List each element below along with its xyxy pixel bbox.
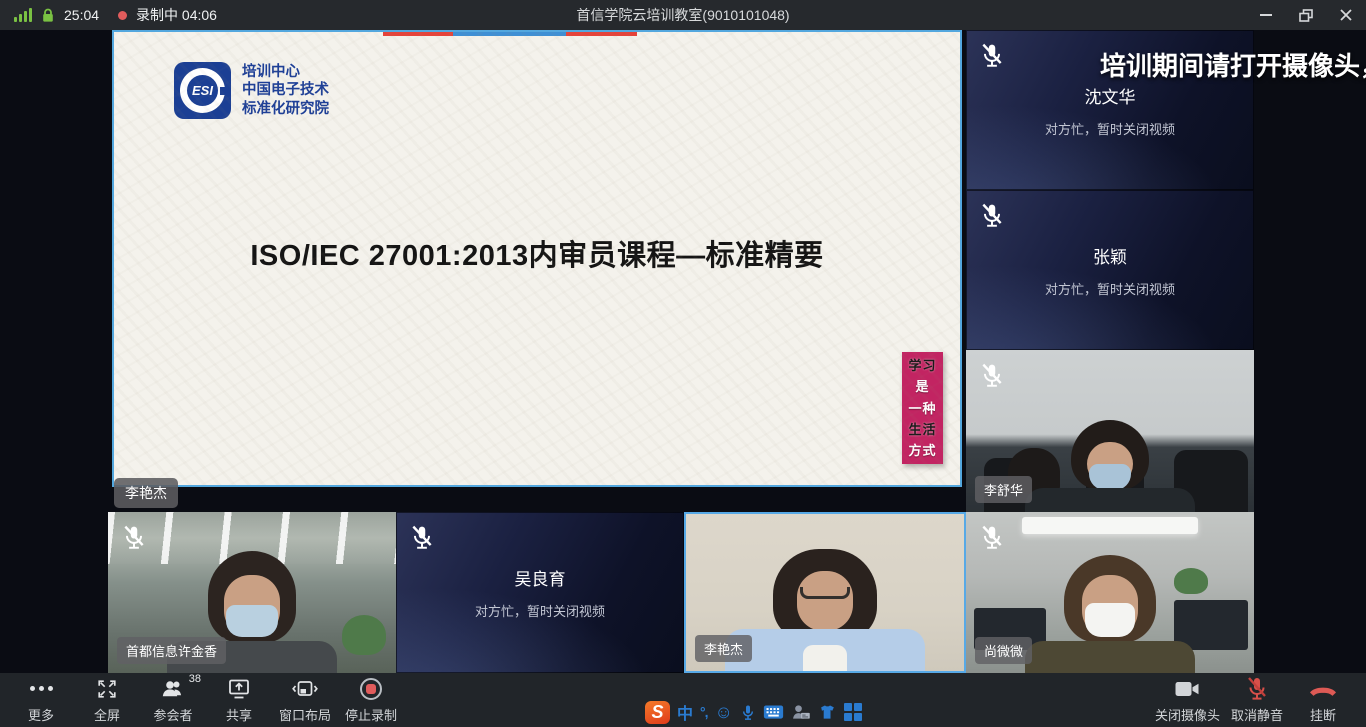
stage-speaker-chip: 李艳杰 <box>114 478 178 508</box>
toolbar-right-group: 关闭摄像头 取消静音 挂断 <box>1151 673 1366 727</box>
emoji-picker-icon[interactable]: ☺ <box>715 703 733 721</box>
share-screen-icon <box>227 677 251 701</box>
participants-button[interactable]: 38 参会者 <box>140 673 206 727</box>
titlebar: 25:04 录制中 04:06 首信学院云培训教室(9010101048) <box>0 0 1366 30</box>
hangup-button[interactable]: 挂断 <box>1290 673 1356 727</box>
video-tile-wuliangyu[interactable]: 吴良育 对方忙，暂时关闭视频 <box>396 512 684 673</box>
muted-mic-icon <box>409 523 435 553</box>
participant-name-chip: 李舒华 <box>975 476 1032 503</box>
window-title: 首信学院云培训教室(9010101048) <box>576 5 789 25</box>
participant-name-chip: 尚微微 <box>975 637 1032 664</box>
restore-button[interactable] <box>1286 0 1326 30</box>
slide-title: ISO/IEC 27001:2013内审员课程—标准精要 <box>114 232 960 274</box>
participant-name-chip: 首都信息许金香 <box>117 637 226 664</box>
layout-button[interactable]: 窗口布局 <box>272 673 338 727</box>
elapsed-time: 25:04 <box>64 7 99 23</box>
participant-name: 沈文华 <box>1085 83 1136 108</box>
stop-record-icon <box>360 677 382 701</box>
ime-tray: S 中 °, ☺ <box>645 700 862 724</box>
announcement-marquee: 培训期间请打开摄像头，如需帮 <box>1100 46 1366 83</box>
video-tile-shangweiwei[interactable]: 尚微微 <box>966 512 1254 673</box>
recording-status: 录制中 04:06 <box>136 5 217 25</box>
punctuation-toggle[interactable]: °, <box>700 704 708 720</box>
participant-status: 对方忙，暂时关闭视频 <box>1045 119 1175 138</box>
fullscreen-button[interactable]: 全屏 <box>74 673 140 727</box>
slide-decor-bar <box>566 32 637 36</box>
camera-icon <box>1174 677 1200 701</box>
toolbar-left-group: 更多 全屏 38 参会者 <box>0 673 404 727</box>
participant-name-chip: 李艳杰 <box>695 635 752 662</box>
muted-mic-icon <box>979 201 1005 231</box>
ime-mode-toggle[interactable]: 中 <box>677 700 693 724</box>
voice-input-icon[interactable] <box>740 703 756 722</box>
participant-name: 吴良育 <box>515 565 566 590</box>
stop-record-button[interactable]: 停止录制 <box>338 673 404 727</box>
soft-keyboard-icon[interactable] <box>763 704 784 720</box>
video-tile-lishuhua[interactable]: 李舒华 <box>966 350 1254 512</box>
titlebar-status-group: 25:04 录制中 04:06 <box>0 5 217 25</box>
cesi-logo-mark-icon: ESI <box>174 62 231 119</box>
signal-strength-icon <box>14 8 32 22</box>
cesi-logo: ESI 培训中心 中国电子技术 标准化研究院 <box>174 62 329 119</box>
unmute-button[interactable]: 取消静音 <box>1224 673 1290 727</box>
fullscreen-icon <box>96 677 118 701</box>
muted-mic-icon <box>979 361 1005 391</box>
skin-shirt-icon[interactable] <box>818 703 837 722</box>
muted-mic-icon <box>979 523 1005 553</box>
id-card-icon[interactable] <box>791 703 811 721</box>
slide-decor-bar <box>453 32 566 36</box>
participant-status: 对方忙，暂时关闭视频 <box>1045 279 1175 298</box>
participant-status: 对方忙，暂时关闭视频 <box>475 601 605 620</box>
camera-off-button[interactable]: 关闭摄像头 <box>1151 673 1224 727</box>
shared-screen-slide: ESI 培训中心 中国电子技术 标准化研究院 ISO/IEC 27001:201… <box>112 30 962 487</box>
window-layout-icon <box>292 677 318 701</box>
video-tile-liyanjie-active[interactable]: 李艳杰 <box>684 512 966 673</box>
slide-decor-bar <box>383 32 453 36</box>
close-button[interactable] <box>1326 0 1366 30</box>
participant-name: 张颖 <box>1093 243 1127 268</box>
hangup-phone-icon <box>1308 677 1338 701</box>
recording-dot-icon <box>118 11 127 20</box>
sogou-ime-icon[interactable]: S <box>645 701 670 724</box>
participants-icon: 38 <box>161 677 185 701</box>
muted-mic-red-icon <box>1245 677 1269 701</box>
minimize-button[interactable] <box>1246 0 1286 30</box>
window-controls <box>1246 0 1366 30</box>
meeting-toolbar: 更多 全屏 38 参会者 <box>0 673 1366 727</box>
cesi-logo-text: 培训中心 中国电子技术 标准化研究院 <box>242 63 329 119</box>
video-tile-xujinxiang[interactable]: 首都信息许金香 <box>108 512 396 673</box>
video-tile-zhangying[interactable]: 张颖 对方忙，暂时关闭视频 <box>966 190 1254 350</box>
more-dots-icon <box>30 677 53 701</box>
slide-side-banner: 学习 是 一种 生活 方式 <box>902 352 943 464</box>
more-button[interactable]: 更多 <box>8 673 74 727</box>
toolbox-grid-icon[interactable] <box>844 703 862 721</box>
participants-count-badge: 38 <box>189 673 201 685</box>
muted-mic-icon <box>979 41 1005 71</box>
share-button[interactable]: 共享 <box>206 673 272 727</box>
meeting-content: ESI 培训中心 中国电子技术 标准化研究院 ISO/IEC 27001:201… <box>0 30 1366 673</box>
lock-icon <box>41 8 55 23</box>
muted-mic-icon <box>121 523 147 553</box>
